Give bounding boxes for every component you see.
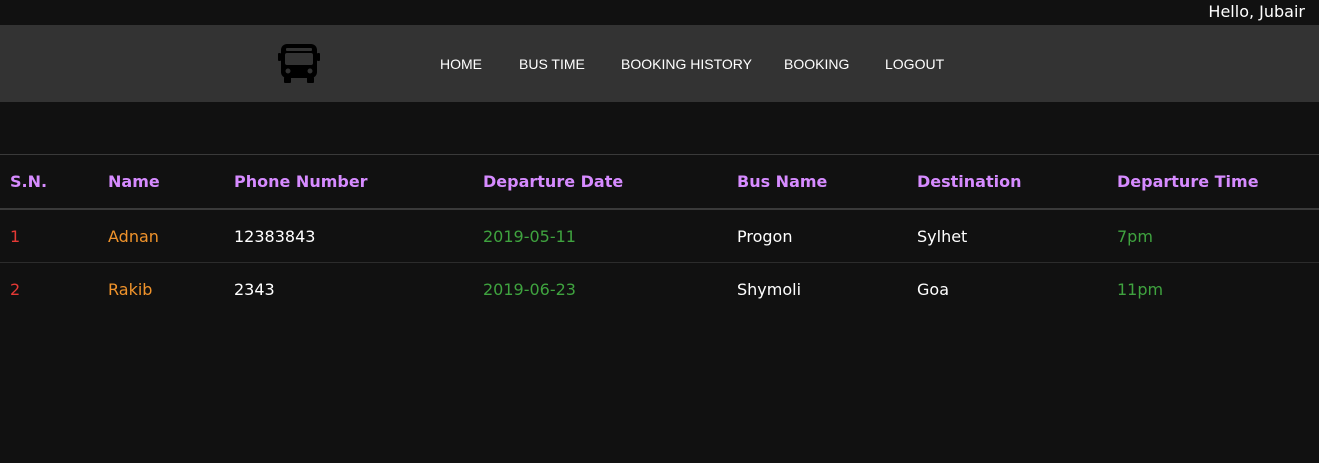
table-header-row: S.N. Name Phone Number Departure Date Bu…: [0, 154, 1319, 210]
top-bar: Hello, Jubair: [0, 0, 1319, 25]
column-header-phone: Phone Number: [224, 154, 473, 210]
user-greeting: Hello, Jubair: [1208, 2, 1305, 21]
column-header-departure-time: Departure Time: [1107, 154, 1319, 210]
cell-bus-name: Progon: [727, 209, 907, 263]
nav-bus-time[interactable]: BUS TIME: [519, 56, 585, 72]
table-row: 2 Rakib 2343 2019-06-23 Shymoli Goa 11pm: [0, 263, 1319, 316]
column-header-destination: Destination: [907, 154, 1107, 210]
cell-phone: 2343: [234, 279, 275, 299]
cell-destination: Sylhet: [907, 209, 1107, 263]
column-header-bus-name: Bus Name: [727, 154, 907, 210]
nav-booking-history[interactable]: BOOKING HISTORY: [621, 56, 752, 72]
navbar: HOME BUS TIME BOOKING HISTORY BOOKING LO…: [0, 25, 1319, 102]
cell-sn: 1: [0, 209, 98, 263]
table-row: 1 Adnan 12383843 2019-05-11 Progon Sylhe…: [0, 209, 1319, 263]
nav-home[interactable]: HOME: [440, 56, 482, 72]
cell-departure-time: 11pm: [1117, 279, 1164, 299]
cell-departure-time: 7pm: [1107, 209, 1319, 263]
column-header-sn: S.N.: [0, 154, 98, 210]
nav-logout[interactable]: LOGOUT: [885, 56, 944, 72]
bus-icon[interactable]: [277, 41, 321, 85]
cell-departure-date: 2019-05-11: [473, 209, 727, 263]
booking-history-table: S.N. Name Phone Number Departure Date Bu…: [0, 154, 1319, 315]
cell-phone: 12383843: [224, 209, 473, 263]
column-header-name: Name: [98, 154, 224, 210]
cell-departure-date: 2019-06-23: [483, 279, 576, 299]
cell-destination: Goa: [917, 279, 949, 299]
cell-sn: 2: [10, 279, 21, 299]
nav-booking[interactable]: BOOKING: [784, 56, 849, 72]
cell-name: Adnan: [98, 209, 224, 263]
cell-bus-name: Shymoli: [737, 279, 802, 299]
column-header-departure-date: Departure Date: [473, 154, 727, 210]
booking-history-table-container: S.N. Name Phone Number Departure Date Bu…: [0, 154, 1319, 315]
cell-name: Rakib: [108, 279, 153, 299]
